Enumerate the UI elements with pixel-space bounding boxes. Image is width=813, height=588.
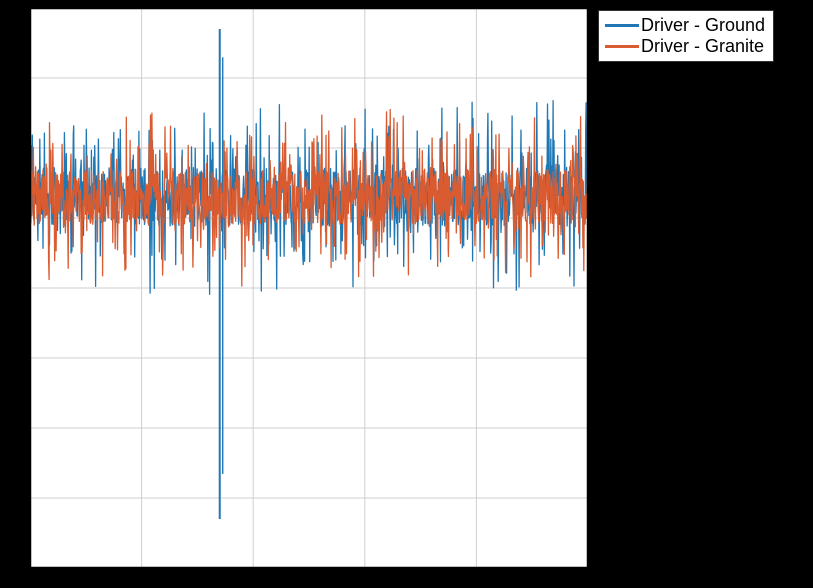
legend-swatch-icon (605, 45, 639, 47)
legend-label: Driver - Ground (641, 15, 765, 36)
legend-item: Driver - Ground (605, 15, 765, 36)
chart-plot-area (30, 8, 588, 568)
legend: Driver - Ground Driver - Granite (598, 10, 774, 62)
legend-swatch-icon (605, 24, 639, 26)
chart-svg (30, 8, 588, 568)
legend-label: Driver - Granite (641, 36, 764, 57)
legend-item: Driver - Granite (605, 36, 765, 57)
